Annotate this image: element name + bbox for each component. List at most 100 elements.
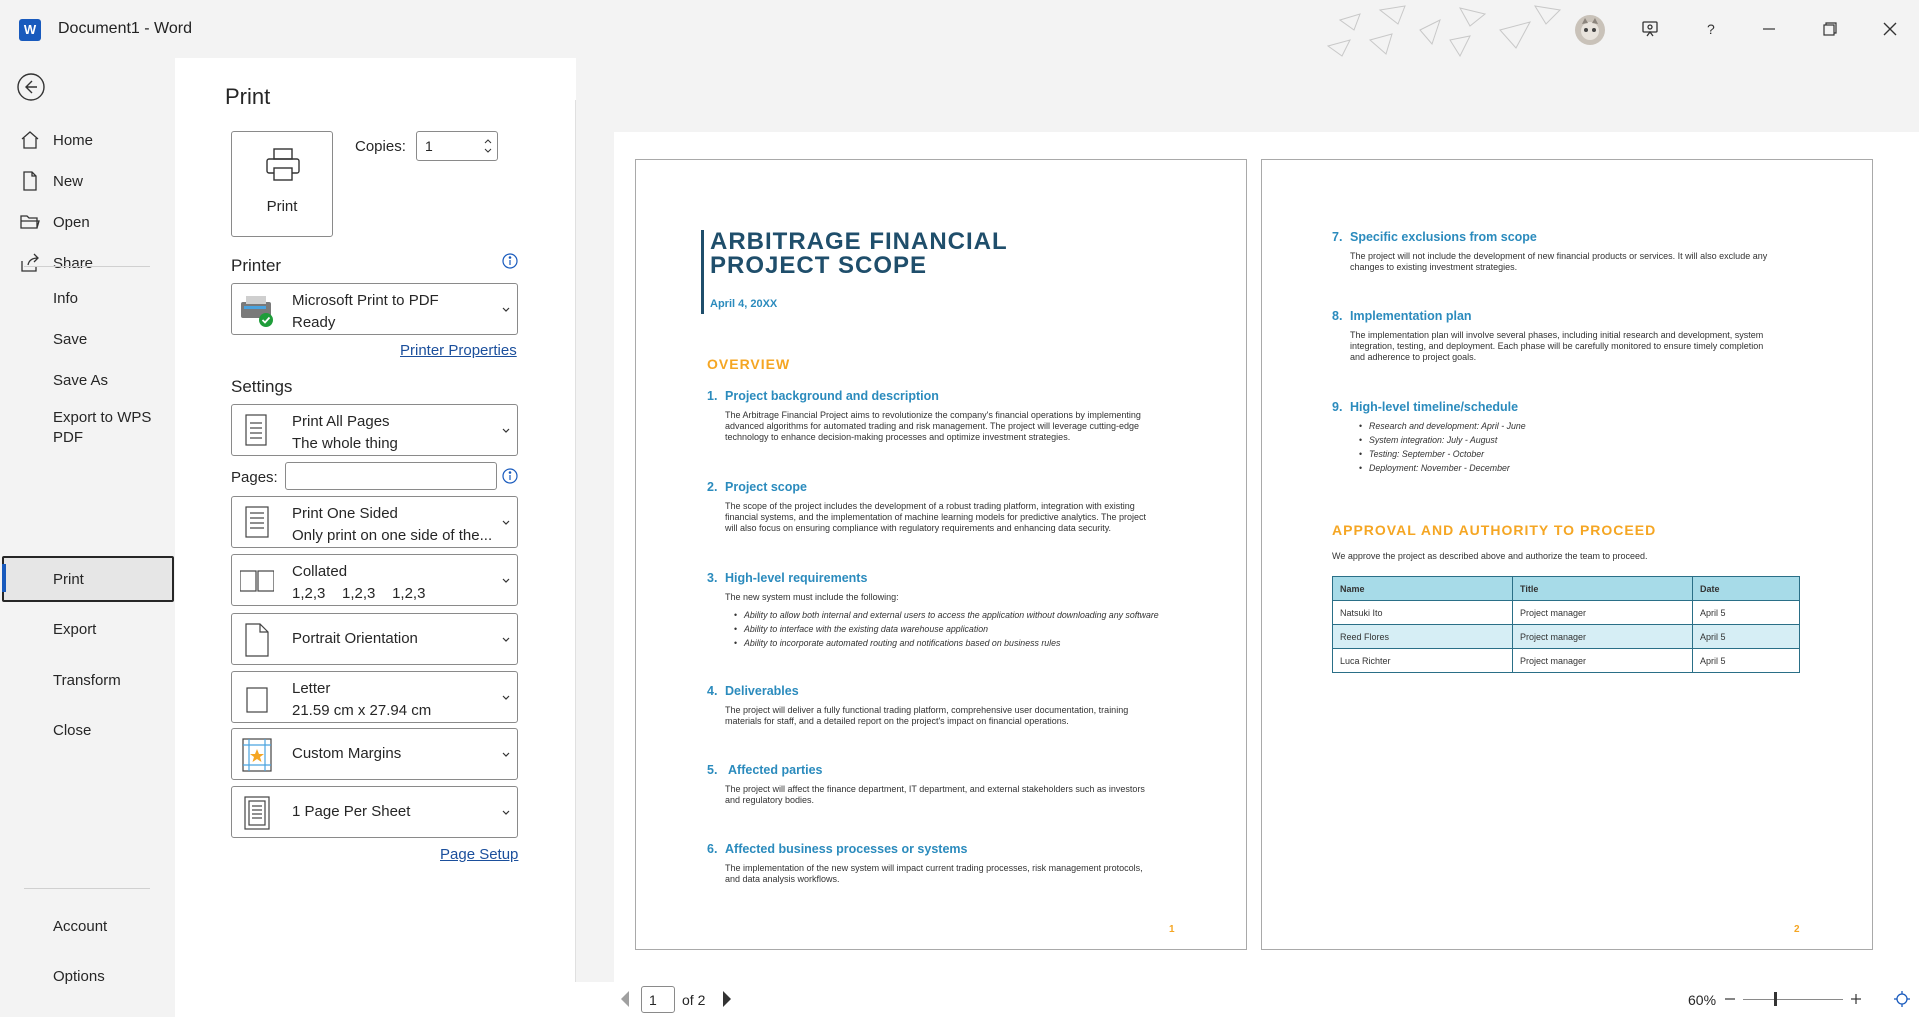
svg-text:?: ?: [1707, 21, 1715, 37]
page-number: 1: [1169, 924, 1175, 935]
help-icon[interactable]: ?: [1696, 14, 1726, 44]
section-7-line: The project will not include the develop…: [1350, 251, 1768, 261]
nav-open-label: Open: [53, 213, 90, 231]
section-1-line: technology to enhance decision-making pr…: [725, 432, 1071, 442]
nav-account[interactable]: Account: [4, 904, 174, 948]
print-range-dropdown[interactable]: Print All Pages The whole thing: [231, 404, 518, 456]
orientation-title: Portrait Orientation: [292, 630, 418, 647]
home-icon: [21, 131, 39, 149]
all-pages-icon: [245, 414, 267, 446]
section-4-number: 4.: [707, 684, 718, 698]
zoom-level[interactable]: 60%: [1688, 992, 1716, 1008]
section-6-number: 6.: [707, 842, 718, 856]
nav-options[interactable]: Options: [4, 954, 174, 998]
pages-input[interactable]: [285, 462, 497, 490]
page-setup-link[interactable]: Page Setup: [440, 846, 518, 863]
section-3-heading: High-level requirements: [725, 571, 868, 585]
table-row: Luca Richter Project manager April 5: [1332, 648, 1800, 673]
zoom-slider-track[interactable]: [1743, 999, 1843, 1000]
section-3-line: The new system must include the followin…: [725, 592, 899, 602]
table-cell: Natsuki Ito: [1332, 600, 1513, 625]
doc-title-line1: ARBITRAGE FINANCIAL: [710, 228, 1008, 255]
nav-share-label: Share: [53, 254, 94, 272]
nav-save[interactable]: Save: [4, 317, 174, 361]
nav-export[interactable]: Export: [4, 607, 174, 651]
copies-spinner[interactable]: 1: [416, 131, 498, 161]
print-sides-dropdown[interactable]: Print One Sided Only print on one side o…: [231, 496, 518, 548]
nav-save-as[interactable]: Save As: [4, 358, 174, 402]
close-window-icon[interactable]: [1875, 14, 1905, 44]
collation-sub: 1,2,3 1,2,3 1,2,3: [292, 585, 426, 602]
folder-icon: [20, 215, 40, 229]
nav-new[interactable]: New: [4, 159, 174, 203]
info-icon[interactable]: [502, 253, 518, 269]
print-button[interactable]: Print: [231, 131, 333, 237]
section-1-line: The Arbitrage Financial Project aims to …: [725, 410, 1141, 420]
portrait-icon: [245, 623, 269, 657]
nav-info[interactable]: Info: [4, 276, 174, 320]
page-number-input[interactable]: 1: [641, 986, 675, 1013]
info-icon[interactable]: [502, 468, 518, 484]
table-header-cell: Name: [1332, 576, 1513, 601]
coauthoring-icon[interactable]: [1636, 14, 1666, 44]
section-5-line: and regulatory bodies.: [725, 795, 815, 805]
approval-table: Name Title Date Natsuki Ito Project mana…: [1332, 576, 1800, 673]
collation-dropdown[interactable]: Collated 1,2,3 1,2,3 1,2,3: [231, 554, 518, 606]
zoom-to-page-icon[interactable]: [1893, 990, 1911, 1008]
print-button-label: Print: [266, 198, 298, 215]
chevron-down-icon: [502, 578, 510, 583]
nav-close[interactable]: Close: [4, 708, 174, 752]
printer-dropdown[interactable]: Microsoft Print to PDF Ready: [231, 283, 518, 335]
nav-open[interactable]: Open: [4, 200, 174, 244]
table-header-row: Name Title Date: [1332, 576, 1800, 601]
backstage-nav: Home New Open Share Info Save Save As Ex…: [0, 58, 175, 1017]
pages-per-sheet-dropdown[interactable]: 1 Page Per Sheet: [231, 786, 518, 838]
collation-title: Collated: [292, 563, 348, 580]
paper-size-dropdown[interactable]: Letter 21.59 cm x 27.94 cm: [231, 671, 518, 723]
table-cell: Project manager: [1512, 600, 1693, 625]
restore-icon[interactable]: [1815, 14, 1845, 44]
preview-page-2[interactable]: 7. Specific exclusions from scope The pr…: [1261, 159, 1873, 950]
pages-per-sheet-title: 1 Page Per Sheet: [292, 803, 411, 820]
zoom-slider-thumb[interactable]: [1774, 992, 1777, 1006]
margins-dropdown[interactable]: Custom Margins: [231, 728, 518, 780]
previous-page-icon[interactable]: [619, 990, 631, 1008]
section-5-line: The project will affect the finance depa…: [725, 784, 1145, 794]
word-logo-icon: W: [19, 19, 41, 41]
table-header-cell: Date: [1692, 576, 1800, 601]
nav-transform[interactable]: Transform: [4, 658, 174, 702]
minimize-icon[interactable]: [1754, 14, 1784, 44]
table-cell: Project manager: [1512, 624, 1693, 649]
spinner-arrows-icon[interactable]: [483, 136, 493, 156]
preview-page-1[interactable]: ARBITRAGE FINANCIAL PROJECT SCOPE April …: [635, 159, 1247, 950]
nav-new-label: New: [53, 172, 84, 190]
section-4-heading: Deliverables: [725, 684, 799, 698]
table-cell: April 5: [1692, 648, 1800, 673]
nav-export-wps-pdf[interactable]: Export to WPS PDF: [4, 399, 174, 457]
section-9-number: 9.: [1332, 400, 1343, 414]
copies-value[interactable]: 1: [425, 138, 433, 154]
nav-home[interactable]: Home: [4, 118, 174, 162]
timeline-item: System integration: July - August: [1359, 435, 1497, 445]
current-page-value[interactable]: 1: [649, 992, 657, 1008]
back-arrow-icon[interactable]: [16, 72, 46, 102]
pages-label: Pages:: [231, 469, 278, 486]
nav-info-label: Info: [53, 289, 79, 307]
chevron-down-icon: [502, 307, 510, 312]
zoom-in-icon[interactable]: [1849, 992, 1863, 1006]
section-8-number: 8.: [1332, 309, 1343, 323]
printer-status: Ready: [292, 314, 336, 331]
timeline-item: Research and development: April - June: [1359, 421, 1526, 431]
user-avatar[interactable]: [1575, 15, 1605, 45]
chevron-down-icon: [502, 637, 510, 642]
preview-status-bar: 1 of 2 60%: [575, 982, 1919, 1017]
next-page-icon[interactable]: [721, 990, 733, 1008]
zoom-out-icon[interactable]: [1723, 992, 1737, 1006]
orientation-dropdown[interactable]: Portrait Orientation: [231, 613, 518, 665]
nav-print[interactable]: Print: [2, 556, 174, 602]
print-sides-sub: Only print on one side of the...: [292, 527, 493, 544]
section-1-line: advanced algorithms for automated tradin…: [725, 421, 1140, 431]
window-title: Document1 - Word: [58, 20, 192, 37]
section-3-number: 3.: [707, 571, 718, 585]
printer-properties-link[interactable]: Printer Properties: [400, 342, 517, 359]
